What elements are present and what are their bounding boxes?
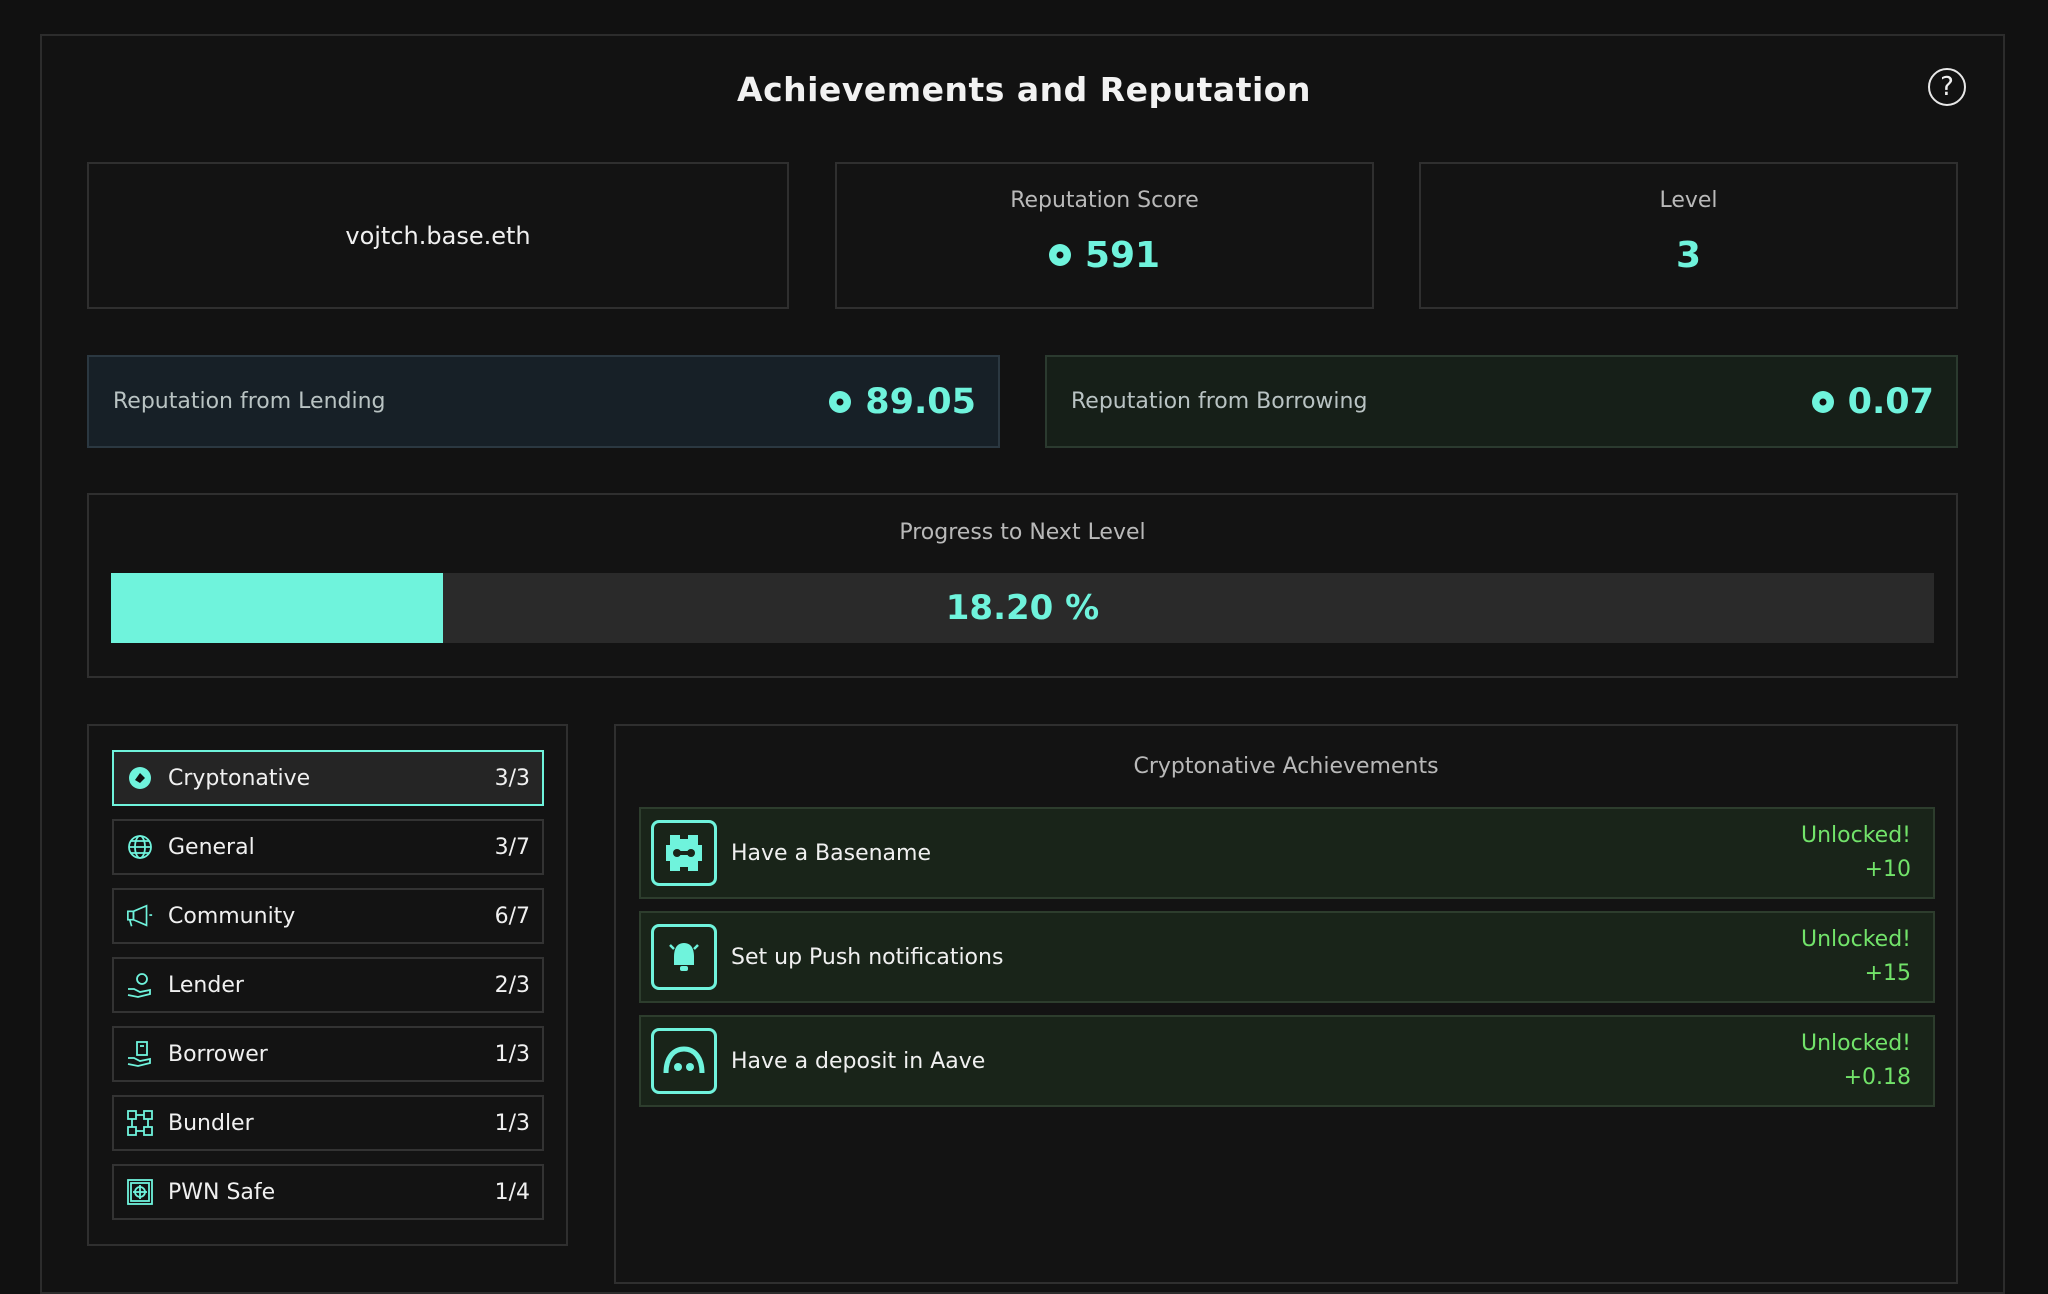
reputation-score-card: Reputation Score 591 [835, 162, 1374, 309]
category-item-borrower[interactable]: Borrower 1/3 [112, 1026, 544, 1082]
category-count: 1/3 [494, 1110, 530, 1136]
page-title: Achievements and Reputation [737, 70, 1311, 109]
reputation-coin-icon [1048, 244, 1071, 266]
achievement-unlocked-text: Unlocked! [1801, 823, 1911, 848]
category-item-general[interactable]: General 3/7 [112, 819, 544, 875]
category-count: 1/3 [494, 1041, 530, 1067]
borrowing-reputation-value: 0.07 [1847, 381, 1934, 422]
reputation-score-value: 591 [1084, 234, 1161, 276]
achievement-item: Have a deposit in Aave Unlocked! +0.18 [639, 1015, 1935, 1107]
level-progress-card: Progress to Next Level 18.20 % [87, 493, 1958, 678]
category-label: Lender [168, 972, 244, 998]
category-label: General [168, 834, 255, 860]
coin-icon [126, 764, 154, 792]
achievement-label: Have a Basename [731, 840, 932, 866]
category-count: 6/7 [494, 903, 530, 929]
lending-reputation-card: Reputation from Lending 89.05 [87, 355, 1000, 448]
category-count: 3/7 [494, 834, 530, 860]
achievement-unlocked-text: Unlocked! [1801, 1031, 1911, 1056]
borrowing-reputation-label: Reputation from Borrowing [1071, 389, 1368, 414]
category-list: Cryptonative 3/3 General 3/7 Community 6… [87, 724, 568, 1246]
category-label: PWN Safe [168, 1179, 276, 1205]
achievement-points: +10 [1864, 857, 1911, 882]
reputation-score-label: Reputation Score [1010, 187, 1199, 213]
achievement-status: Unlocked! +10 [1801, 819, 1911, 887]
category-count: 1/4 [494, 1179, 530, 1205]
achievement-label: Set up Push notifications [731, 944, 1004, 970]
profile-name-card: vojtch.base.eth [87, 162, 789, 309]
category-count: 2/3 [494, 972, 530, 998]
level-card: Level 3 [1419, 162, 1958, 309]
borrowing-reputation-card: Reputation from Borrowing 0.07 [1045, 355, 1958, 448]
category-item-community[interactable]: Community 6/7 [112, 888, 544, 944]
lending-reputation-label: Reputation from Lending [113, 389, 386, 414]
lending-reputation-value: 89.05 [865, 381, 976, 422]
megaphone-icon [126, 902, 154, 930]
achievement-unlocked-text: Unlocked! [1801, 927, 1911, 952]
profile-name: vojtch.base.eth [345, 221, 531, 250]
achievements-title: Cryptonative Achievements [1133, 754, 1439, 779]
achievement-points: +15 [1864, 961, 1911, 986]
lending-coin-icon [829, 390, 852, 413]
progress-label: Progress to Next Level [899, 520, 1146, 545]
category-item-pwn-safe[interactable]: PWN Safe 1/4 [112, 1164, 544, 1220]
hand-person-icon [126, 971, 154, 999]
progress-percent: 18.20 % [945, 588, 1100, 628]
help-icon[interactable]: ? [1928, 68, 1966, 106]
globe-icon [126, 833, 154, 861]
category-item-cryptonative[interactable]: Cryptonative 3/3 [112, 750, 544, 806]
category-label: Cryptonative [168, 765, 311, 791]
aave-icon [651, 1028, 717, 1094]
progress-bar: 18.20 % [111, 573, 1934, 643]
achievement-item: Have a Basename Unlocked! +10 [639, 807, 1935, 899]
category-label: Bundler [168, 1110, 254, 1136]
bundle-icon [126, 1109, 154, 1137]
achievements-list: Cryptonative Achievements Have a Basenam… [614, 724, 1958, 1284]
category-count: 3/3 [494, 765, 530, 791]
achievement-item: Set up Push notifications Unlocked! +15 [639, 911, 1935, 1003]
category-label: Borrower [168, 1041, 268, 1067]
safe-icon [126, 1178, 154, 1206]
level-value: 3 [1675, 234, 1702, 276]
category-item-lender[interactable]: Lender 2/3 [112, 957, 544, 1013]
category-label: Community [168, 903, 296, 929]
level-label: Level [1659, 187, 1718, 213]
basename-icon [651, 820, 717, 886]
hand-phone-icon [126, 1040, 154, 1068]
achievement-label: Have a deposit in Aave [731, 1048, 986, 1074]
bell-icon [651, 924, 717, 990]
achievement-points: +0.18 [1843, 1065, 1911, 1090]
category-item-bundler[interactable]: Bundler 1/3 [112, 1095, 544, 1151]
achievement-status: Unlocked! +0.18 [1801, 1027, 1911, 1095]
borrowing-coin-icon [1811, 390, 1834, 413]
achievement-status: Unlocked! +15 [1801, 923, 1911, 991]
